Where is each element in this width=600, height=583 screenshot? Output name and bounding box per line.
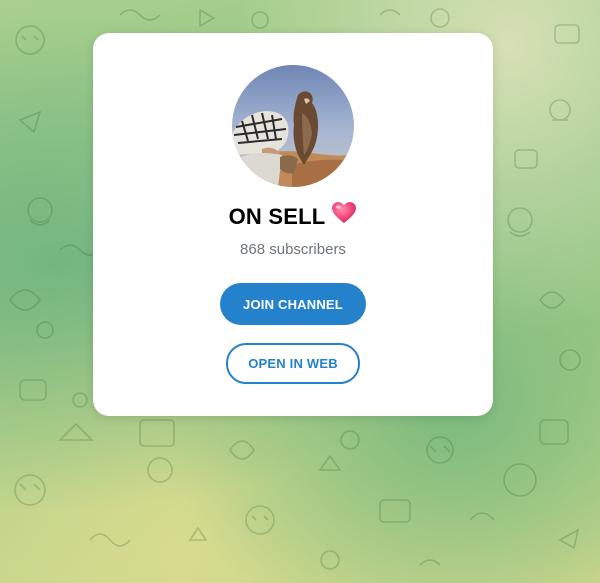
falconer-photo <box>232 65 354 187</box>
join-channel-button[interactable]: JOIN CHANNEL <box>220 283 366 325</box>
channel-preview-card: ON SELL 868 subscribers JOIN CHANNEL OPE… <box>93 33 493 416</box>
open-in-web-button[interactable]: OPEN IN WEB <box>226 343 360 384</box>
pink-heart-icon <box>331 201 357 231</box>
channel-title: ON SELL <box>93 201 493 233</box>
channel-avatar <box>232 65 354 187</box>
channel-name: ON SELL <box>228 203 326 229</box>
subscriber-count: 868 subscribers <box>240 241 346 258</box>
